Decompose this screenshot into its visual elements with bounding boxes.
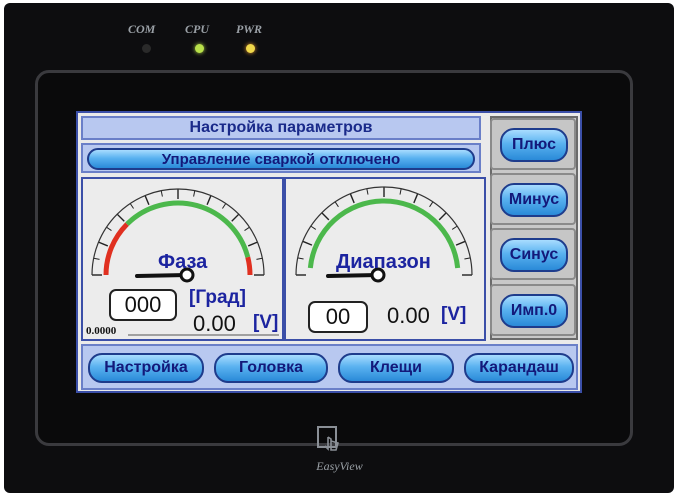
gauge-tick	[451, 225, 458, 230]
gauge-tick	[129, 203, 134, 209]
pwr-led	[246, 44, 255, 53]
phase-gauge-green-zone	[125, 200, 251, 258]
gauge-tick	[193, 190, 196, 197]
page-title: Настройка параметров	[81, 116, 481, 140]
pencil-nav-button[interactable]: Карандаш	[464, 353, 574, 383]
com-led	[142, 44, 151, 53]
gauge-tick	[429, 201, 434, 208]
gauge-tick	[244, 226, 250, 231]
phase-voltage-unit: [V]	[253, 312, 279, 333]
phase-gauge-needle	[135, 273, 189, 278]
sine-button[interactable]: Синус	[500, 238, 568, 272]
phase-gauge-panel: Фаза 000 [Град] 0.00 [V] 0.0000	[81, 177, 284, 341]
gauge-tick	[256, 257, 263, 260]
range-voltage-unit: [V]	[441, 304, 467, 325]
cpu-led	[195, 44, 204, 53]
gauge-tick	[247, 241, 258, 247]
sine-button-frame: Синус	[490, 228, 576, 280]
gauge-tick	[413, 193, 419, 204]
status-panel: Управление сваркой отключено	[81, 143, 481, 173]
settings-nav-button[interactable]: Настройка	[88, 353, 204, 383]
range-value-field[interactable]: 00	[308, 301, 368, 333]
minus-button-frame: Минус	[490, 173, 576, 225]
gauge-tick	[206, 195, 212, 206]
gauge-tick	[438, 212, 447, 221]
minus-button[interactable]: Минус	[500, 183, 568, 217]
gauge-tick	[310, 225, 317, 230]
range-gauge-panel: Диапазон 00 0.00 [V]	[284, 177, 486, 341]
phase-unit-label: [Град]	[189, 287, 246, 308]
phase-value-field[interactable]: 000	[109, 289, 177, 321]
gauge-tick	[349, 193, 355, 204]
phase-baseline-value: 0.0000	[86, 325, 117, 337]
head-nav-button[interactable]: Головка	[214, 353, 328, 383]
clamps-nav-button[interactable]: Клещи	[338, 353, 454, 383]
gauge-tick	[106, 226, 112, 231]
cpu-led-label: CPU	[185, 22, 209, 36]
gauge-tick	[464, 257, 471, 260]
gauge-tick	[334, 201, 339, 208]
pulse-button-frame: Имп.0	[490, 284, 576, 336]
plus-button[interactable]: Плюс	[500, 128, 568, 162]
welding-control-status[interactable]: Управление сваркой отключено	[87, 148, 475, 170]
gauge-tick	[93, 257, 100, 260]
bottom-nav: Настройка Головка Клещи Карандаш	[81, 344, 578, 390]
gauge-tick	[297, 257, 304, 260]
com-led-label: COM	[128, 22, 156, 36]
gauge-tick	[366, 188, 369, 195]
gauge-tick	[455, 240, 466, 246]
range-gauge-needle	[326, 273, 380, 278]
gauge-tick	[302, 240, 313, 246]
gauge-tick	[321, 212, 330, 221]
gauge-tick	[144, 195, 150, 206]
brand-logo: EasyView	[316, 459, 363, 473]
pulse-button[interactable]: Имп.0	[500, 294, 568, 328]
phase-voltage-reading: 0.00	[193, 311, 236, 336]
touch-hand-icon	[317, 426, 339, 451]
gauge-tick	[399, 188, 402, 195]
plus-button-frame: Плюс	[490, 118, 576, 170]
touch-screen: Настройка параметров Управление сваркой …	[76, 111, 582, 393]
gauge-tick	[231, 213, 240, 222]
pwr-led-label: PWR	[236, 22, 263, 36]
gauge-tick	[116, 213, 125, 222]
phase-gauge-label: Фаза	[158, 251, 208, 273]
gauge-tick	[222, 203, 227, 209]
gauge-tick	[98, 241, 109, 247]
gauge-tick	[160, 190, 163, 197]
range-gauge-label: Диапазон	[336, 251, 431, 273]
range-voltage-reading: 0.00	[387, 303, 430, 328]
